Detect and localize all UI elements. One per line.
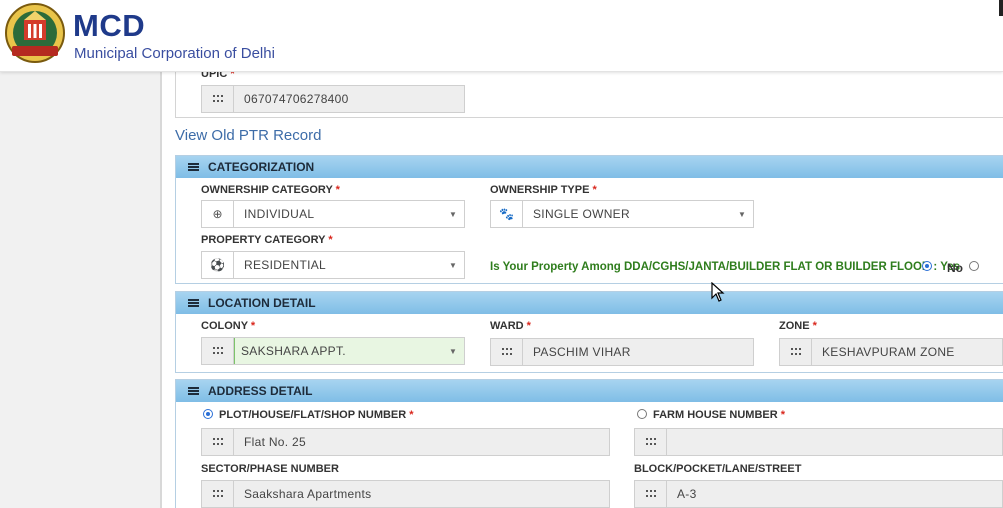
address-header: ADDRESS DETAIL bbox=[176, 380, 1003, 402]
farm-label: FARM HOUSE NUMBER * bbox=[653, 409, 786, 421]
plot-label: PLOT/HOUSE/FLAT/SHOP NUMBER * bbox=[219, 409, 414, 421]
zone-value: KESHAVPURAM ZONE bbox=[822, 345, 955, 359]
farm-field[interactable] bbox=[634, 428, 1003, 456]
zone-field[interactable]: KESHAVPURAM ZONE bbox=[779, 338, 1003, 366]
grid-icon bbox=[202, 429, 234, 455]
list-icon bbox=[188, 299, 199, 307]
plot-field[interactable]: Flat No. 25 bbox=[201, 428, 610, 456]
block-label: BLOCK/POCKET/LANE/STREET bbox=[634, 463, 802, 475]
ward-value: PASCHIM VIHAR bbox=[533, 345, 631, 359]
view-old-ptr-link[interactable]: View Old PTR Record bbox=[175, 127, 321, 144]
paw-icon: 🐾 bbox=[491, 201, 523, 227]
yes-radio[interactable] bbox=[922, 261, 932, 271]
address-title: ADDRESS DETAIL bbox=[208, 384, 313, 398]
list-icon bbox=[188, 387, 199, 395]
sector-value: Saakshara Apartments bbox=[244, 487, 372, 501]
location-header: LOCATION DETAIL bbox=[176, 292, 1003, 314]
left-sidebar bbox=[0, 72, 160, 508]
zone-label: ZONE * bbox=[779, 320, 817, 332]
plot-radio[interactable] bbox=[203, 409, 213, 419]
caret-down-icon: ▼ bbox=[449, 209, 457, 219]
ownership-type-label: OWNERSHIP TYPE * bbox=[490, 184, 597, 196]
grid-icon bbox=[635, 481, 667, 507]
location-title: LOCATION DETAIL bbox=[208, 296, 316, 310]
colony-select[interactable]: SAKSHARA APPT. ▼ bbox=[234, 338, 464, 364]
block-value: A-3 bbox=[677, 487, 697, 501]
no-label: No bbox=[947, 261, 963, 275]
site-header: MCD Municipal Corporation of Delhi bbox=[0, 0, 1003, 72]
property-category-value: RESIDENTIAL bbox=[244, 258, 326, 272]
ward-label: WARD * bbox=[490, 320, 531, 332]
brand-subtitle: Municipal Corporation of Delhi bbox=[74, 45, 275, 62]
life-ring-icon: ⊕ bbox=[202, 201, 234, 227]
grid-icon bbox=[202, 86, 234, 112]
block-field[interactable]: A-3 bbox=[634, 480, 1003, 508]
caret-down-icon: ▼ bbox=[449, 346, 457, 356]
window-edge bbox=[999, 0, 1003, 16]
mcd-logo bbox=[5, 3, 65, 63]
upic-value: 067074706278400 bbox=[244, 92, 349, 106]
grid-icon bbox=[202, 481, 234, 507]
ward-field[interactable]: PASCHIM VIHAR bbox=[490, 338, 754, 366]
caret-down-icon: ▼ bbox=[449, 260, 457, 270]
no-radio[interactable] bbox=[969, 261, 979, 271]
property-category-select[interactable]: ⚽ RESIDENTIAL ▼ bbox=[201, 251, 465, 279]
ownership-category-label: OWNERSHIP CATEGORY * bbox=[201, 184, 340, 196]
categorization-title: CATEGORIZATION bbox=[208, 160, 315, 174]
ownership-category-value: INDIVIDUAL bbox=[244, 207, 315, 221]
brand-title: MCD bbox=[73, 8, 146, 43]
colony-label: COLONY * bbox=[201, 320, 256, 332]
grid-icon bbox=[202, 338, 234, 364]
farm-radio[interactable] bbox=[637, 409, 647, 419]
colony-select-wrap: SAKSHARA APPT. ▼ bbox=[201, 337, 465, 365]
sector-field[interactable]: Saakshara Apartments bbox=[201, 480, 610, 508]
categorization-header: CATEGORIZATION bbox=[176, 156, 1003, 178]
list-icon bbox=[188, 163, 199, 171]
builder-flat-question: Is Your Property Among DDA/CGHS/JANTA/BU… bbox=[490, 261, 961, 273]
colony-value: SAKSHARA APPT. bbox=[241, 344, 346, 358]
ownership-category-select[interactable]: ⊕ INDIVIDUAL ▼ bbox=[201, 200, 465, 228]
caret-down-icon: ▼ bbox=[738, 209, 746, 219]
sector-label: SECTOR/PHASE NUMBER bbox=[201, 463, 339, 475]
grid-icon bbox=[780, 339, 812, 365]
mouse-cursor-icon bbox=[711, 282, 725, 302]
ownership-type-select[interactable]: 🐾 SINGLE OWNER ▼ bbox=[490, 200, 754, 228]
ownership-type-value: SINGLE OWNER bbox=[533, 207, 630, 221]
soccer-ball-icon: ⚽ bbox=[202, 252, 234, 278]
property-category-label: PROPERTY CATEGORY * bbox=[201, 234, 333, 246]
upic-field[interactable]: 067074706278400 bbox=[201, 85, 465, 113]
plot-value: Flat No. 25 bbox=[244, 435, 306, 449]
grid-icon bbox=[491, 339, 523, 365]
grid-icon bbox=[635, 429, 667, 455]
